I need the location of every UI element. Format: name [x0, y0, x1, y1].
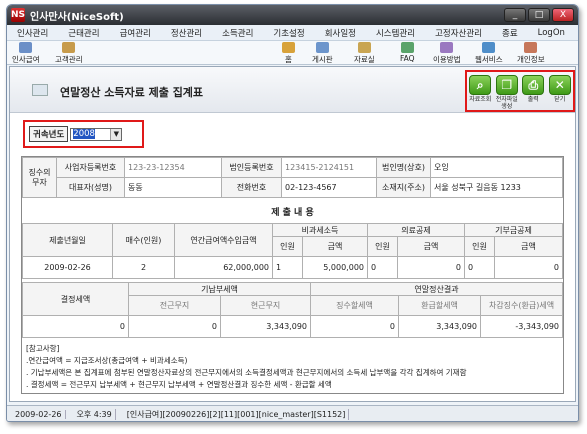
toolbar: 인사급여 고객관리 홈 게시판 자료실 FAQ 이용방법 웹서비스 개인정보 — [7, 41, 578, 65]
toolbar-home-button[interactable]: 홈 — [282, 42, 295, 65]
table-row: 2009-02-26 2 62,000,000 1 5,000,000 0 0 … — [22, 256, 563, 279]
toolbar-web-button[interactable]: 웹서비스 — [475, 42, 503, 65]
home-icon — [282, 42, 295, 53]
form-header: 연말정산 소득자료 제출 집계표 ⌕ 자료조회 ❐ 전자파일생성 ⎙ 출력 ✕ 닫기 — [10, 67, 575, 113]
form-panel: 연말정산 소득자료 제출 집계표 ⌕ 자료조회 ❐ 전자파일생성 ⎙ 출력 ✕ 닫기 귀… — [9, 66, 576, 402]
status-bar: 2009-02-26 오후 4:39 [인사급여][20090226][2][1… — [7, 405, 578, 421]
report-table: 징수의무자 사업자등록번호 123-23-12354 법인등록번호 123415… — [21, 156, 564, 394]
toolbar-archive-button[interactable]: 자료실 — [354, 42, 375, 65]
toolbar-faq-button[interactable]: FAQ — [400, 42, 415, 63]
person-icon — [524, 42, 538, 53]
close-icon: ✕ — [548, 75, 571, 95]
create-file-button[interactable]: ❐ 전자파일생성 — [495, 75, 519, 110]
archive-icon — [357, 42, 371, 53]
title-bar: NS 인사만사(NiceSoft) _ □ X — [7, 5, 578, 25]
status-time: 오후 4:39 — [74, 408, 116, 420]
maximize-button[interactable]: □ — [528, 8, 550, 22]
file-create-icon: ❐ — [495, 75, 518, 95]
notes: [참고사항] .연간급여액 = 지급조서상(총급여액 + 비과세소득) . 기납… — [26, 344, 467, 389]
print-icon: ⎙ — [522, 75, 545, 95]
menu-system[interactable]: 시스템관리 — [366, 27, 425, 39]
menu-payroll[interactable]: 급여관리 — [110, 27, 161, 39]
submission-table: 제출년월일 매수(인원) 연간급여액수입금액 비과세소득 의료공제 기부금공제 … — [22, 223, 563, 279]
form-icon — [32, 84, 48, 96]
minimize-button[interactable]: _ — [504, 8, 526, 22]
table-row: 0 0 3,343,090 0 3,343,090 -3,343,090 — [22, 315, 563, 338]
menu-attendance[interactable]: 근태관리 — [58, 27, 109, 39]
close-window-button[interactable]: X — [552, 8, 574, 22]
menu-personnel[interactable]: 인사관리 — [7, 27, 58, 39]
status-session: [인사급여][20090226][2][11][001][nice_master… — [124, 408, 350, 420]
toolbar-help-button[interactable]: 이용방법 — [433, 42, 461, 65]
customer-icon — [62, 42, 76, 53]
withholder-table: 징수의무자 사업자등록번호 123-23-12354 법인등록번호 123415… — [22, 157, 563, 198]
year-filter: 귀속년도 2008 ▼ — [23, 120, 144, 148]
year-label: 귀속년도 — [29, 126, 69, 142]
menu-fixed-assets[interactable]: 고정자산관리 — [425, 27, 492, 39]
menu-income[interactable]: 소득관리 — [212, 27, 263, 39]
menu-company-schedule[interactable]: 회사일정 — [315, 27, 366, 39]
toolbar-board-button[interactable]: 게시판 — [312, 42, 333, 65]
search-button[interactable]: ⌕ 자료조회 — [468, 75, 492, 103]
menu-bar: 인사관리 근태관리 급여관리 정산관리 소득관리 기초설정 회사일정 시스템관리… — [7, 25, 578, 41]
print-button[interactable]: ⎙ 출력 — [521, 75, 545, 103]
board-icon — [315, 42, 329, 53]
status-date: 2009-02-26 — [12, 409, 66, 419]
chevron-down-icon[interactable]: ▼ — [110, 128, 122, 140]
people-icon — [19, 42, 33, 53]
action-buttons: ⌕ 자료조회 ❐ 전자파일생성 ⎙ 출력 ✕ 닫기 — [465, 70, 575, 112]
app-logo-icon: NS — [11, 8, 26, 22]
section-title: 제 출 내 용 — [271, 208, 314, 218]
menu-logon[interactable]: LogOn — [528, 28, 575, 38]
close-button[interactable]: ✕ 닫기 — [548, 75, 572, 103]
menu-exit[interactable]: 종료 — [492, 27, 528, 39]
toolbar-personal-button[interactable]: 개인정보 — [517, 42, 545, 65]
toolbar-payroll-button[interactable]: 인사급여 — [12, 42, 40, 65]
help-icon — [440, 42, 454, 53]
web-icon — [482, 42, 496, 53]
menu-settlement[interactable]: 정산관리 — [161, 27, 212, 39]
toolbar-customer-button[interactable]: 고객관리 — [55, 42, 83, 65]
page-title: 연말정산 소득자료 제출 집계표 — [60, 86, 204, 99]
tax-table: 결정세액 기납부세액 연말정산결과 전근무지 현근무지 징수할세액 환급할세액 … — [22, 282, 563, 338]
search-icon: ⌕ — [469, 75, 492, 95]
year-select[interactable]: 2008 ▼ — [70, 127, 123, 141]
menu-basic-settings[interactable]: 기초설정 — [263, 27, 314, 39]
faq-icon — [400, 42, 414, 53]
app-window: NS 인사만사(NiceSoft) _ □ X 인사관리 근태관리 급여관리 정… — [6, 4, 579, 422]
window-title: 인사만사(NiceSoft) — [30, 11, 124, 23]
